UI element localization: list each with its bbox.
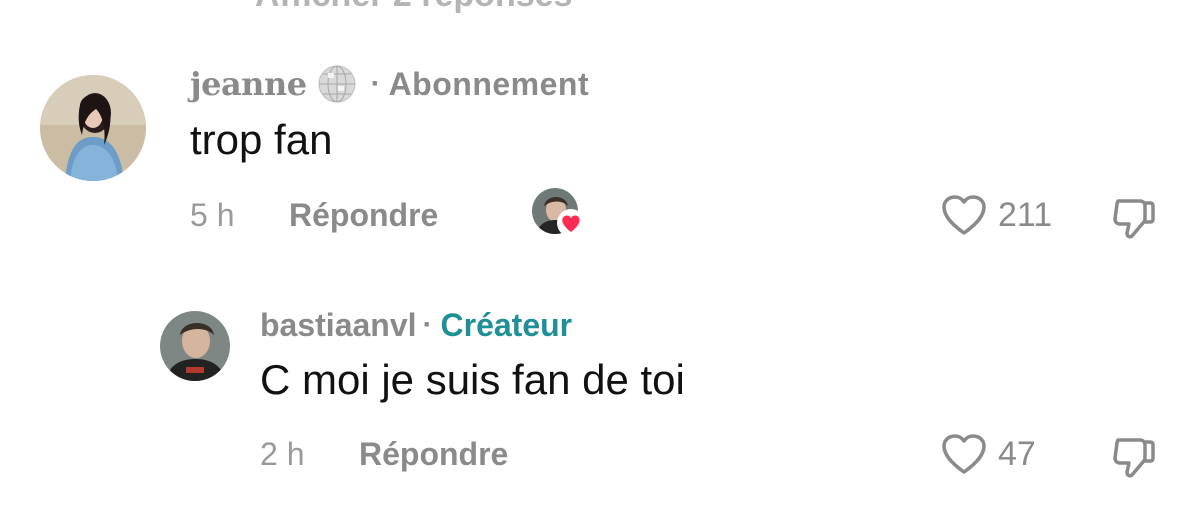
like-button[interactable]: 211: [940, 193, 1052, 237]
liked-by-creator-badge: [532, 188, 585, 240]
dislike-icon[interactable]: [1110, 432, 1158, 480]
separator-dot: ·: [370, 67, 381, 100]
comment-meta: 2 h Répondre: [260, 432, 508, 476]
username[interactable]: bastiaanvl: [260, 307, 417, 344]
comment-header: jeanne · Abonnement: [190, 62, 589, 106]
username[interactable]: jeanne: [190, 65, 307, 103]
heart-outline-icon: [942, 434, 986, 474]
comment-text: trop fan: [190, 116, 333, 163]
avatar-image: [160, 311, 230, 381]
comment-meta: 5 h Répondre: [190, 193, 438, 237]
timestamp: 2 h: [260, 435, 305, 472]
like-count: 211: [998, 195, 1053, 234]
avatar[interactable]: [160, 311, 230, 381]
disco-ball-icon: [318, 65, 356, 103]
avatar[interactable]: [40, 75, 146, 181]
follow-status-button[interactable]: Abonnement: [389, 66, 590, 103]
reply-button[interactable]: Répondre: [359, 436, 508, 473]
like-button[interactable]: 47: [940, 432, 1036, 476]
timestamp: 5 h: [190, 196, 235, 233]
comments-panel: Afficher 2 réponses jeanne · Abonnement …: [0, 0, 1199, 519]
show-replies-link[interactable]: Afficher 2 réponses: [255, 0, 572, 15]
comment-text: C moi je suis fan de toi: [260, 356, 685, 403]
avatar-image: [40, 75, 146, 181]
reply-button[interactable]: Répondre: [289, 197, 438, 234]
comment-header: bastiaanvl · Créateur: [260, 303, 572, 347]
dislike-icon[interactable]: [1110, 193, 1158, 241]
heart-outline-icon: [942, 195, 986, 235]
heart-icon: [557, 209, 585, 237]
like-count: 47: [998, 434, 1036, 473]
creator-badge: Créateur: [440, 306, 573, 343]
separator-dot: ·: [422, 308, 433, 341]
